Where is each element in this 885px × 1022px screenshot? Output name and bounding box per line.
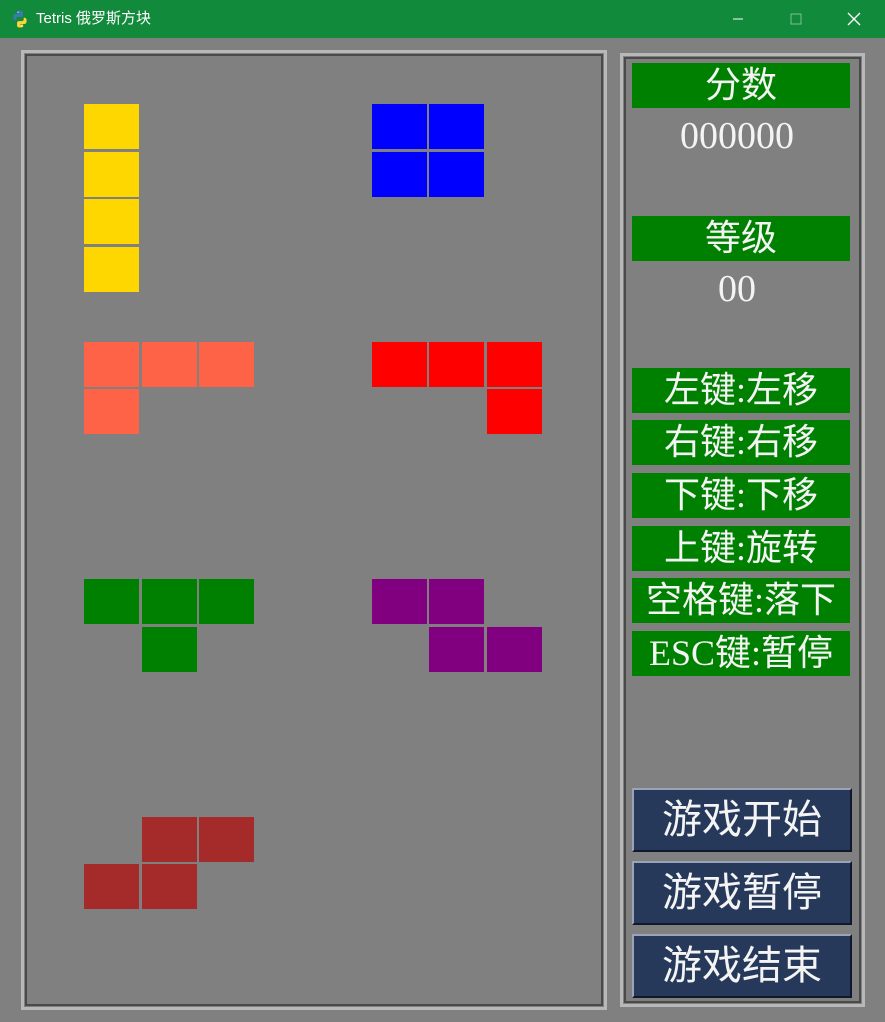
python-icon bbox=[13, 10, 27, 28]
score-label: 分数 bbox=[632, 63, 850, 108]
help-drop: 空格键:落下 bbox=[632, 578, 850, 623]
tetromino-l-cell bbox=[84, 342, 139, 387]
game-window: Tetris 俄罗斯方块 分数 000000 等级 00 左键:左移 右键:右移… bbox=[0, 0, 885, 1022]
level-label: 等级 bbox=[632, 216, 850, 261]
tetromino-o-cell bbox=[429, 104, 484, 149]
score-value: 000000 bbox=[680, 115, 794, 157]
tetromino-i-cell bbox=[84, 152, 139, 197]
tetromino-o-cell bbox=[372, 152, 427, 197]
tetromino-z-cell bbox=[429, 627, 484, 672]
tetromino-j-cell bbox=[487, 342, 542, 387]
tetromino-o-cell bbox=[372, 104, 427, 149]
tetromino-t-cell bbox=[84, 579, 139, 624]
tetromino-o-cell bbox=[429, 152, 484, 197]
tetromino-j-cell bbox=[429, 342, 484, 387]
tetromino-j-cell bbox=[372, 342, 427, 387]
tetromino-l-cell bbox=[84, 389, 139, 434]
minimize-icon bbox=[733, 18, 743, 20]
tetromino-s-cell bbox=[142, 864, 197, 909]
start-game-button[interactable]: 游戏开始 bbox=[632, 788, 852, 852]
help-move-down: 下键:下移 bbox=[632, 473, 850, 518]
tetromino-i-cell bbox=[84, 199, 139, 244]
tetromino-i-cell bbox=[84, 104, 139, 149]
tetromino-z-cell bbox=[487, 627, 542, 672]
pause-game-button[interactable]: 游戏暂停 bbox=[632, 861, 852, 925]
tetromino-z-cell bbox=[429, 579, 484, 624]
title-bar[interactable]: Tetris 俄罗斯方块 bbox=[0, 0, 885, 38]
help-rotate: 上键:旋转 bbox=[632, 526, 850, 571]
tetromino-l-cell bbox=[199, 342, 254, 387]
tetromino-s-cell bbox=[142, 817, 197, 862]
tetromino-t-cell bbox=[199, 579, 254, 624]
tetromino-j-cell bbox=[487, 389, 542, 434]
help-pause: ESC键:暂停 bbox=[632, 631, 850, 676]
tetromino-i-cell bbox=[84, 247, 139, 292]
minimize-button[interactable] bbox=[709, 0, 767, 38]
tetromino-t-cell bbox=[142, 579, 197, 624]
maximize-button[interactable] bbox=[767, 0, 825, 38]
close-icon bbox=[847, 12, 861, 26]
help-move-left: 左键:左移 bbox=[632, 368, 850, 413]
maximize-icon bbox=[790, 13, 802, 25]
level-value: 00 bbox=[718, 268, 756, 310]
game-board[interactable] bbox=[21, 50, 607, 1010]
tetromino-t-cell bbox=[142, 627, 197, 672]
tetromino-l-cell bbox=[142, 342, 197, 387]
help-move-right: 右键:右移 bbox=[632, 420, 850, 465]
close-button[interactable] bbox=[825, 0, 883, 38]
tetromino-s-cell bbox=[199, 817, 254, 862]
tetromino-s-cell bbox=[84, 864, 139, 909]
window-title: Tetris 俄罗斯方块 bbox=[36, 10, 152, 27]
end-game-button[interactable]: 游戏结束 bbox=[632, 934, 852, 998]
tetromino-z-cell bbox=[372, 579, 427, 624]
